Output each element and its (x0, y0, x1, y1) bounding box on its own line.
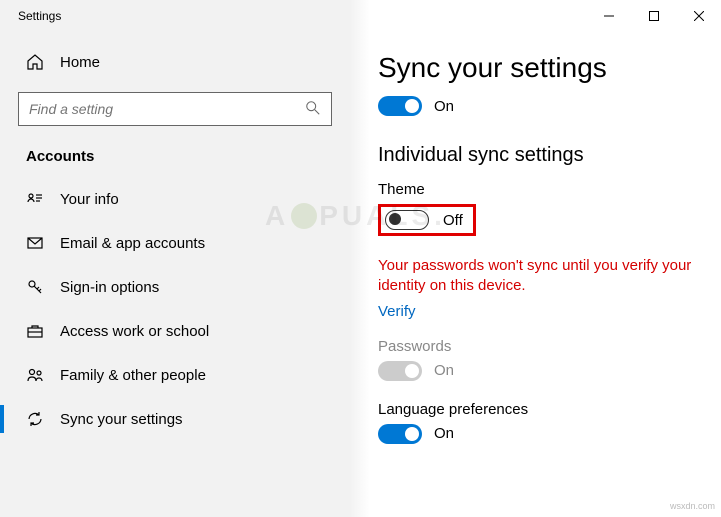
password-warning: Your passwords won't sync until you veri… (378, 256, 693, 297)
sidebar-item-label: Sync your settings (60, 411, 183, 428)
lang-label: Language preferences (378, 401, 693, 418)
search-icon (305, 100, 321, 119)
sidebar-item-label: Your info (60, 191, 119, 208)
nav-home[interactable]: Home (18, 40, 332, 84)
sidebar-item-email[interactable]: Email & app accounts (18, 221, 332, 265)
sidebar-item-signin[interactable]: Sign-in options (18, 265, 332, 309)
sidebar-item-label: Email & app accounts (60, 235, 205, 252)
briefcase-icon (26, 322, 44, 340)
page-title: Sync your settings (378, 52, 693, 84)
nav-home-label: Home (60, 54, 100, 71)
mail-icon (26, 234, 44, 252)
lang-toggle-row: On (378, 424, 693, 444)
watermark-site: wsxdn.com (670, 501, 715, 511)
master-sync-toggle-row: On (378, 96, 693, 116)
highlight-box: Off (378, 204, 476, 236)
sidebar: Home Accounts Your info Email & app acco… (0, 0, 350, 517)
window-controls (586, 1, 721, 31)
maximize-button[interactable] (631, 1, 676, 31)
main-content: Sync your settings On Individual sync se… (350, 0, 721, 517)
lang-state: On (434, 425, 454, 442)
home-icon (26, 53, 44, 71)
title-bar: Settings (0, 0, 721, 32)
verify-link[interactable]: Verify (378, 303, 416, 320)
sidebar-item-sync[interactable]: Sync your settings (18, 397, 332, 441)
passwords-state: On (434, 362, 454, 379)
sync-icon (26, 410, 44, 428)
sidebar-item-label: Family & other people (60, 367, 206, 384)
passwords-toggle-row: On (378, 361, 693, 381)
lang-toggle[interactable] (378, 424, 422, 444)
sidebar-item-label: Sign-in options (60, 279, 159, 296)
person-card-icon (26, 190, 44, 208)
theme-label: Theme (378, 181, 693, 198)
minimize-button[interactable] (586, 1, 631, 31)
key-icon (26, 278, 44, 296)
search-input[interactable] (29, 101, 305, 117)
theme-state: Off (443, 212, 463, 229)
search-box[interactable] (18, 92, 332, 126)
people-icon (26, 366, 44, 384)
sidebar-item-label: Access work or school (60, 323, 209, 340)
subheading: Individual sync settings (378, 144, 693, 167)
master-sync-state: On (434, 98, 454, 115)
master-sync-toggle[interactable] (378, 96, 422, 116)
sidebar-section-heading: Accounts (18, 144, 332, 177)
theme-toggle[interactable] (385, 210, 429, 230)
window-title: Settings (18, 9, 61, 23)
sidebar-item-your-info[interactable]: Your info (18, 177, 332, 221)
close-button[interactable] (676, 1, 721, 31)
sidebar-item-family[interactable]: Family & other people (18, 353, 332, 397)
sidebar-item-work-school[interactable]: Access work or school (18, 309, 332, 353)
passwords-label: Passwords (378, 338, 693, 355)
passwords-toggle (378, 361, 422, 381)
